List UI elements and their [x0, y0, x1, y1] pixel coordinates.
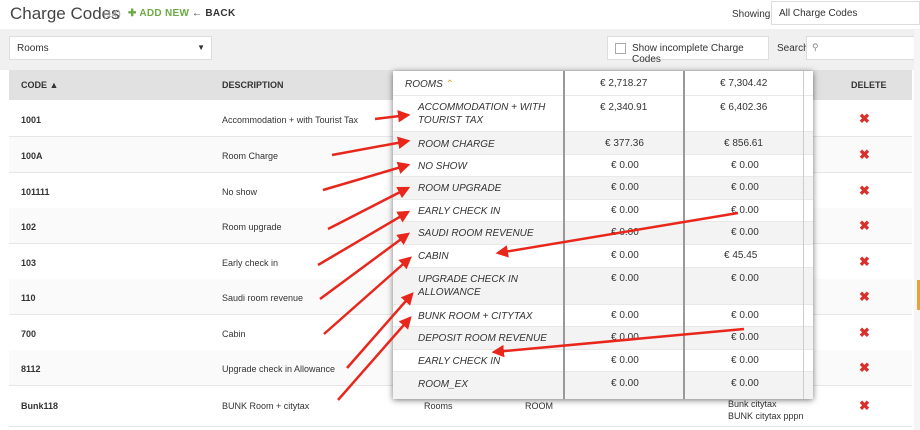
annotation-arrow: [331, 136, 411, 157]
annotation-arrow: [374, 109, 411, 123]
annotation-arrow: [322, 161, 411, 192]
annotation-arrow: [337, 316, 412, 401]
annotation-arrow: [323, 256, 412, 335]
annotation-arrow: [495, 211, 739, 258]
annotation-arrow: [319, 232, 411, 301]
annotation-arrow: [327, 186, 411, 231]
annotation-arrow: [317, 210, 411, 267]
annotation-arrow: [491, 327, 745, 358]
annotation-arrows: [317, 109, 745, 401]
